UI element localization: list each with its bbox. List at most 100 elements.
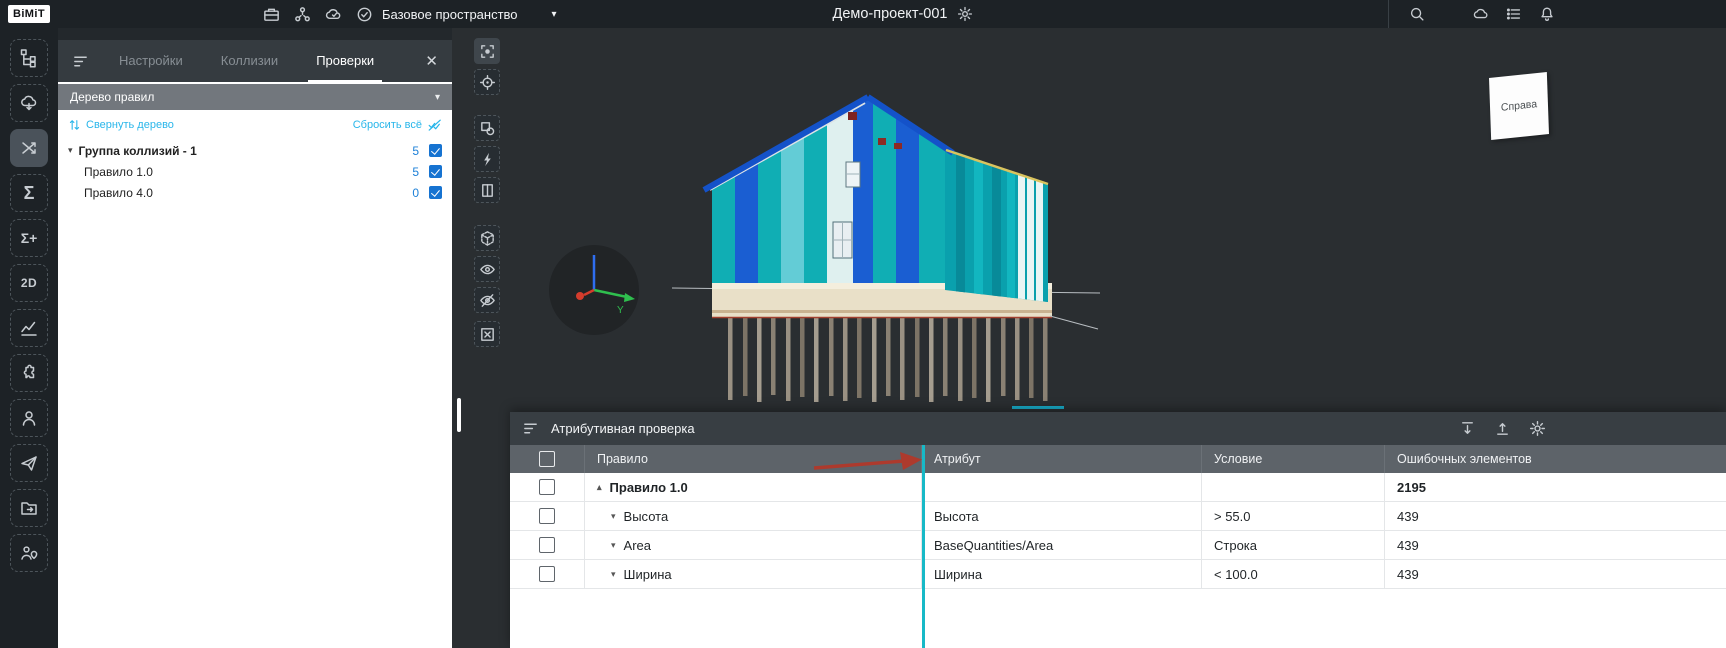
rule-checkbox[interactable] [429, 186, 442, 199]
table-header-row: Правило Атрибут Условие Ошибочных элемен… [510, 445, 1726, 473]
row-checkbox[interactable] [539, 508, 555, 524]
section-button[interactable] [474, 146, 500, 172]
paper-plane-icon [19, 453, 39, 473]
reset-all-link[interactable]: Сбросить всё [353, 118, 442, 132]
attribute-check-panel: Атрибутивная проверка Правило Атрибут Ус… [510, 412, 1726, 648]
structure-tree-button[interactable] [10, 39, 48, 77]
bell-icon[interactable] [1538, 5, 1556, 23]
left-tool-rail: Σ Σ+ 2D [0, 28, 58, 648]
error-count: 5 [412, 165, 419, 179]
house-piles [728, 316, 1048, 402]
zoom-extents-button[interactable] [474, 38, 500, 64]
project-title: Демо-проект-001 [833, 6, 948, 22]
publish-button[interactable] [10, 444, 48, 482]
target-button[interactable] [474, 69, 500, 95]
search-icon[interactable] [1408, 5, 1426, 23]
charts-button[interactable] [10, 309, 48, 347]
bounding-box-button[interactable] [474, 225, 500, 251]
tab-checks[interactable]: Проверки [308, 40, 382, 82]
collisions-button[interactable] [10, 129, 48, 167]
column-rule[interactable]: Правило [585, 445, 922, 473]
checks-panel: Настройки Коллизии Проверки ✕ Дерево пра… [58, 40, 452, 648]
puzzle-icon [19, 363, 39, 383]
cloud-model-button[interactable] [10, 84, 48, 122]
view-cube-label: Справа [1501, 98, 1538, 114]
caret-up-icon[interactable]: ▴ [597, 482, 602, 493]
column-resize-marker[interactable] [922, 445, 925, 648]
cloud-arrow-icon [19, 93, 39, 113]
tree-row-group[interactable]: ▾ Группа коллизий - 1 5 [58, 140, 452, 161]
tree-icon [19, 48, 39, 68]
show-button[interactable] [474, 256, 500, 282]
folder-export-icon [19, 498, 39, 518]
user-location-button[interactable] [10, 534, 48, 572]
close-icon[interactable]: ✕ [425, 52, 438, 70]
row-checkbox[interactable] [539, 537, 555, 553]
topbar-divider [1388, 0, 1389, 28]
table-row[interactable]: ▾Высота Высота > 55.0 439 [510, 502, 1726, 531]
totals-button[interactable]: Σ [10, 174, 48, 212]
caret-down-icon[interactable]: ▾ [611, 540, 616, 551]
column-errors[interactable]: Ошибочных элементов [1385, 445, 1726, 473]
sigma-plus-icon: Σ+ [21, 230, 38, 246]
panel-menu-icon[interactable] [522, 420, 539, 437]
plugins-button[interactable] [10, 354, 48, 392]
house-side-wall [940, 141, 1055, 306]
export-folder-button[interactable] [10, 489, 48, 527]
view-tools [474, 38, 500, 352]
table-row-group[interactable]: ▴Правило 1.0 2195 [510, 473, 1726, 502]
caret-down-icon[interactable]: ▾ [611, 511, 616, 522]
2d-icon: 2D [21, 276, 37, 290]
table-row[interactable]: ▾Area BaseQuantities/Area Строка 439 [510, 531, 1726, 560]
scrollbar-thumb[interactable] [457, 398, 461, 432]
table-row[interactable]: ▾Ширина Ширина < 100.0 439 [510, 560, 1726, 589]
house-model[interactable] [660, 86, 1110, 416]
chevron-down-icon: ▾ [435, 92, 440, 103]
rule-checkbox[interactable] [429, 165, 442, 178]
panel-resize-handle[interactable] [1012, 406, 1064, 409]
caret-down-icon[interactable]: ▾ [611, 569, 616, 580]
top-bar: BiMiT Базовое пространство ▾ Демо-проект… [0, 0, 1726, 28]
select-all-checkbox[interactable] [539, 451, 555, 467]
list-icon[interactable] [1505, 5, 1523, 23]
view-cube-face[interactable]: Справа [1489, 72, 1549, 140]
clear-filter-icon [427, 118, 442, 132]
collapse-panel-icon[interactable] [1494, 420, 1511, 437]
row-checkbox[interactable] [539, 479, 555, 495]
panel-menu-icon[interactable] [72, 53, 89, 70]
tab-collisions[interactable]: Коллизии [213, 40, 286, 82]
rules-tree-dropdown[interactable]: Дерево правил ▾ [58, 84, 452, 110]
rule-checkbox[interactable] [429, 144, 442, 157]
user-pin-icon [19, 543, 39, 563]
crossing-arrows-icon [19, 138, 39, 158]
panel-actions [1459, 420, 1546, 437]
collapse-tree-link[interactable]: Свернуть дерево [68, 118, 174, 132]
expand-panel-icon[interactable] [1459, 420, 1476, 437]
panel-title: Атрибутивная проверка [551, 421, 695, 436]
settings-icon[interactable] [1529, 420, 1546, 437]
project-settings-icon[interactable] [957, 6, 973, 22]
error-count: 5 [412, 144, 419, 158]
line-chart-icon [19, 318, 39, 338]
y-axis-label: Y [617, 305, 624, 316]
caret-down-icon[interactable]: ▾ [68, 145, 73, 156]
isolate-button[interactable] [474, 115, 500, 141]
2d-view-button[interactable]: 2D [10, 264, 48, 302]
tab-settings[interactable]: Настройки [111, 40, 191, 82]
totals-plus-button[interactable]: Σ+ [10, 219, 48, 257]
sigma-icon: Σ [24, 183, 35, 204]
row-checkbox[interactable] [539, 566, 555, 582]
column-condition[interactable]: Условие [1202, 445, 1385, 473]
openings-button[interactable] [474, 177, 500, 203]
cloud-icon[interactable] [1472, 5, 1490, 23]
tree-toolbar: Свернуть дерево Сбросить всё [58, 110, 452, 140]
column-attribute[interactable]: Атрибут [922, 445, 1202, 473]
hide-button[interactable] [474, 287, 500, 313]
orientation-gizmo[interactable]: Y [547, 243, 642, 338]
tree-row-rule[interactable]: Правило 1.0 5 [58, 161, 452, 182]
tree-row-rule[interactable]: Правило 4.0 0 [58, 182, 452, 203]
attribute-check-header: Атрибутивная проверка [510, 412, 1726, 445]
hide-selected-button[interactable] [474, 321, 500, 347]
user-icon [19, 408, 39, 428]
users-button[interactable] [10, 399, 48, 437]
